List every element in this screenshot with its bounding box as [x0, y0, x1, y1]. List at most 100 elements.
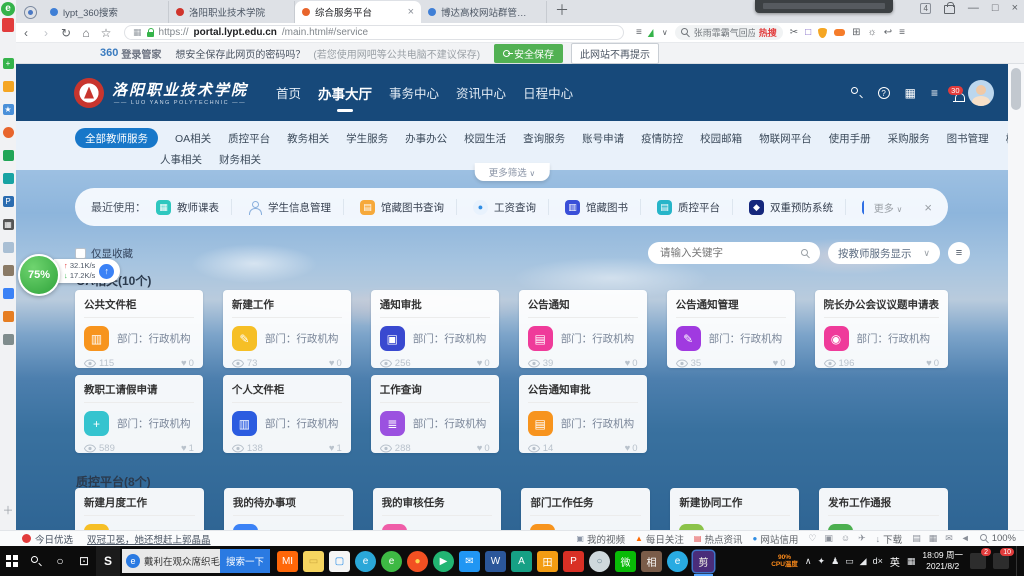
task-view-button[interactable]: ⊡	[72, 546, 96, 576]
browser-tab[interactable]: 综合服务平台 ×	[295, 1, 421, 23]
taskbar-app-icon[interactable]: e	[381, 551, 402, 572]
filter-tab[interactable]: 物联网平台	[759, 131, 812, 146]
close-button[interactable]: ×	[1012, 2, 1018, 14]
tray-icon[interactable]: ◢	[860, 556, 867, 567]
statusbar-tool-icon[interactable]: ▣	[824, 533, 833, 544]
taskbar-app-icon[interactable]: W	[485, 551, 506, 572]
filter-tab[interactable]: 质控平台	[228, 131, 270, 146]
statusbar-tool-icon[interactable]: ♡	[808, 533, 816, 544]
taskbar-app-icon[interactable]: A	[511, 551, 532, 572]
show-desktop-button[interactable]	[1016, 546, 1020, 576]
scrollbar-thumb[interactable]	[1011, 68, 1021, 110]
sidebar-favorite-icon[interactable]	[3, 173, 14, 184]
service-card[interactable]: 院长办公会议议题申请表 ◉ 部门：行政机构 196 ♥ 0	[815, 290, 949, 368]
mail-tray-icon[interactable]: 2	[970, 553, 986, 569]
sidebar-favorite-icon[interactable]: P	[3, 196, 14, 207]
input-language-button[interactable]: 英	[890, 554, 900, 569]
home-button[interactable]: ⌂	[76, 26, 96, 40]
likes-counter[interactable]: ♥ 0	[625, 443, 638, 454]
service-card[interactable]: 公告通知管理 ✎ 部门：行政机构 35 ♥ 0	[667, 290, 795, 368]
sidebar-favorite-icon[interactable]	[3, 334, 14, 345]
bookmark-star-button[interactable]: ☆	[96, 26, 116, 40]
speed-ball-widget[interactable]: 75% ↑ 32.1K/s ↓ 17.2K/s ↑	[18, 254, 120, 296]
statusbar-link[interactable]: ●网站信用	[752, 532, 798, 546]
likes-counter[interactable]: ♥ 0	[926, 358, 939, 369]
taskbar-app-icon[interactable]: ▭	[303, 551, 324, 572]
service-card[interactable]: 新建工作 ✎ 部门：行政机构 73 ♥ 0	[223, 290, 351, 368]
service-card[interactable]: 个人文件柜 ▥ 部门：行政机构 138 ♥ 1	[223, 375, 351, 453]
tray-icon[interactable]: ✦	[818, 556, 826, 567]
sidebar-favorite-icon[interactable]	[3, 127, 14, 138]
taskbar-app-icon[interactable]: ●	[407, 551, 428, 572]
sidebar-favorite-icon[interactable]	[3, 242, 14, 253]
sidebar-favorite-icon[interactable]	[3, 288, 14, 299]
service-card[interactable]: 通知审批 ▣ 部门：行政机构 256 ♥ 0	[371, 290, 499, 368]
browser-tab[interactable]: lypt_360搜索	[43, 1, 169, 23]
taskbar-app-icon[interactable]: ✉	[459, 551, 480, 572]
start-button[interactable]	[0, 546, 24, 576]
zoom-control[interactable]: 100%	[980, 533, 1016, 544]
new-tab-button[interactable]: ＋	[555, 0, 569, 20]
news-headline-link[interactable]: 双冠卫冕，她还想赶上郭晶晶	[87, 532, 211, 546]
sidebar-favorite-icon[interactable]: +	[3, 58, 14, 69]
maximize-button[interactable]: □	[992, 2, 999, 14]
taskbar-app-icon[interactable]: ▢	[329, 551, 350, 572]
taskbar-app-icon[interactable]: 剪	[693, 551, 714, 572]
service-card[interactable]: 教职工请假申请 + 部门：行政机构 589 ♥ 1	[75, 375, 203, 453]
tray-icon[interactable]: ♟	[831, 556, 839, 567]
filter-tab[interactable]: 学生服务	[346, 131, 388, 146]
taskbar-app-icon[interactable]: ○	[589, 551, 610, 572]
browser-tab[interactable]: 洛阳职业技术学院	[169, 1, 295, 23]
taskbar-clock[interactable]: 18:09 周一2021/8/2	[922, 550, 963, 572]
statusbar-tool-icon[interactable]: ◄	[961, 533, 970, 544]
service-card[interactable]: 公告通知 ▤ 部门：行政机构 39 ♥ 0	[519, 290, 647, 368]
url-field[interactable]: ▦ https://portal.lypt.edu.cn/main.html#/…	[124, 25, 624, 40]
statusbar-link[interactable]: ▣我的视频	[576, 532, 625, 546]
filter-tab[interactable]: 采购服务	[888, 131, 930, 146]
cortana-button[interactable]: ○	[48, 546, 72, 576]
sidebar-favorite-icon[interactable]	[3, 81, 14, 92]
sidebar-favorite-icon[interactable]	[3, 311, 14, 322]
dismiss-site-button[interactable]: 此网站不再提示	[571, 43, 659, 64]
speed-boost-icon[interactable]	[648, 29, 657, 37]
likes-counter[interactable]: ♥ 0	[477, 443, 490, 454]
sidebar-favorite-icon[interactable]	[3, 150, 14, 161]
scissors-screenshot-icon[interactable]: ✂	[790, 27, 798, 38]
save-password-button[interactable]: 安全保存	[494, 44, 563, 63]
portal-nav-item[interactable]: 事务中心	[389, 83, 439, 103]
filter-tab[interactable]: 人事相关	[160, 152, 202, 167]
service-card[interactable]: 公共文件柜 ▥ 部门：行政机构 115 ♥ 0	[75, 290, 203, 368]
reader-icon[interactable]: ≡	[636, 27, 642, 38]
filter-tab[interactable]: 账号申请	[582, 131, 624, 146]
portal-nav-item[interactable]: 首页	[276, 83, 301, 103]
filter-tab[interactable]: 全部教师服务	[75, 128, 158, 148]
filter-tab[interactable]: OA相关	[175, 131, 211, 146]
minimize-button[interactable]: —	[968, 2, 979, 14]
filter-tab[interactable]: 查询服务	[523, 131, 565, 146]
qr-code-icon[interactable]: ▦	[905, 86, 916, 100]
service-card[interactable]: 公告通知审批 ▤ 部门：行政机构 14 ♥ 0	[519, 375, 647, 453]
filter-tab[interactable]: 使用手册	[829, 131, 871, 146]
touch-keyboard-icon[interactable]: ▦	[907, 556, 916, 567]
portal-nav-item[interactable]: 日程中心	[523, 83, 573, 103]
service-card[interactable]: 我的审核任务 ✓ ♥	[373, 488, 502, 530]
statusbar-tool-icon[interactable]: ▦	[929, 533, 938, 544]
likes-counter[interactable]: ♥ 0	[329, 358, 342, 369]
taskbar-app-icon[interactable]: 相	[641, 551, 662, 572]
refresh-button[interactable]: ↻	[56, 26, 76, 40]
filter-tab[interactable]: 校园生活	[464, 131, 506, 146]
download-button[interactable]: ↓下载	[876, 532, 903, 546]
sidebar-favorite-icon[interactable]: ★	[3, 104, 14, 115]
taskbar-app-icon[interactable]: 微	[615, 551, 636, 572]
likes-counter[interactable]: ♥ 1	[329, 443, 342, 454]
statusbar-tool-icon[interactable]: ✉	[945, 533, 953, 544]
statusbar-tool-icon[interactable]: ☺	[841, 533, 850, 544]
portal-search-icon[interactable]	[851, 87, 863, 99]
engine-caret-icon[interactable]: ∨	[662, 28, 668, 37]
taskbar-search-box[interactable]: e 戴利在观众席织毛衣 搜索一下	[122, 549, 270, 573]
likes-counter[interactable]: ♥ 0	[477, 358, 490, 369]
taskbar-search-icon[interactable]	[24, 546, 48, 576]
settings-sliders-icon[interactable]: ≡	[931, 86, 938, 100]
filter-tab[interactable]: 教务相关	[287, 131, 329, 146]
service-card[interactable]: 新建协同工作 ⊞ ♥	[670, 488, 799, 530]
